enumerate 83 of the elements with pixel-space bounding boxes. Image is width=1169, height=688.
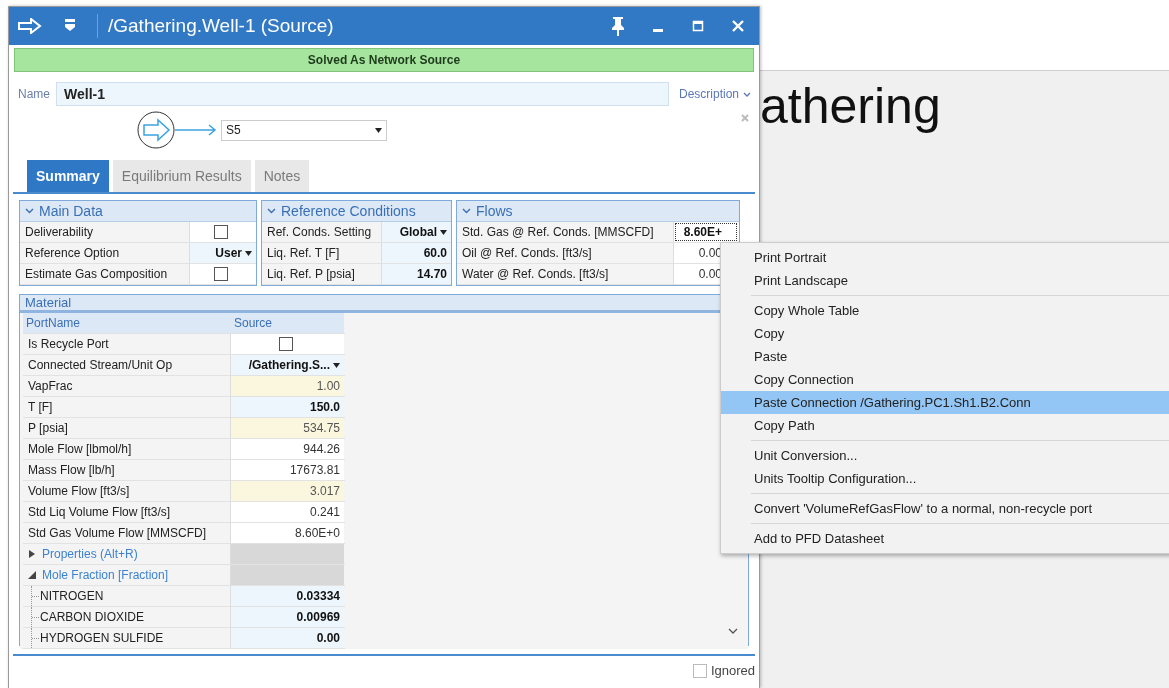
menu-item[interactable]: Paste — [721, 345, 1169, 368]
row-label: Std. Gas @ Ref. Conds. [MMSCFD] — [462, 225, 654, 239]
value-cell: 534.75 — [231, 418, 344, 438]
panel-title: Reference Conditions — [281, 203, 416, 219]
menu-item[interactable]: Unit Conversion... — [721, 444, 1169, 467]
value-input[interactable]: 150.0 — [231, 397, 344, 417]
status-banner: Solved As Network Source — [14, 48, 754, 72]
caret-icon — [440, 229, 447, 235]
caret-icon — [245, 250, 252, 256]
row-label: Deliverability — [25, 225, 94, 239]
scroll-down-icon[interactable] — [728, 628, 738, 635]
window-title: /Gathering.Well-1 (Source) — [97, 14, 591, 38]
dropdown-field[interactable]: Global — [382, 222, 451, 242]
value-cell: 8.60E+0 — [231, 523, 344, 543]
row-label: Connected Stream/Unit Op — [28, 358, 173, 372]
canvas-title: athering — [760, 77, 941, 135]
stream-value: S5 — [226, 123, 241, 137]
dropdown-field[interactable]: User — [190, 243, 256, 263]
chevron-down-icon — [743, 91, 751, 97]
chevron-down-icon[interactable] — [267, 208, 276, 214]
expanded-triangle-icon[interactable] — [28, 571, 36, 579]
value-cell: 0.241 — [231, 502, 344, 522]
value-input[interactable]: 0.00969 — [231, 607, 344, 627]
row-label: CARBON DIOXIDE — [40, 610, 144, 624]
row-label: Std Liq Volume Flow [ft3/s] — [28, 505, 171, 519]
value-cell: 17673.81 — [231, 460, 344, 480]
panel-title: Main Data — [39, 203, 103, 219]
row-label: Water @ Ref. Conds. [ft3/s] — [462, 267, 609, 281]
value-input[interactable]: 60.0 — [382, 243, 451, 263]
ignored-checkbox[interactable]: Ignored — [692, 663, 755, 678]
panel-title: Material — [25, 295, 72, 310]
menu-item[interactable]: Convert 'VolumeRefGasFlow' to a normal, non-recycle port — [721, 497, 1169, 520]
value-cell: 3.017 — [231, 481, 344, 501]
checkbox[interactable] — [214, 267, 228, 281]
row-label: Std Gas Volume Flow [MMSCFD] — [28, 526, 207, 540]
chevron-down-icon[interactable] — [462, 208, 471, 214]
value-cell: 8.60E+ — [674, 222, 738, 242]
tab[interactable]: Notes — [254, 160, 310, 192]
dropdown-field[interactable]: /Gathering.S... — [231, 355, 344, 375]
row-label: NITROGEN — [40, 589, 104, 603]
name-label: Name — [18, 87, 50, 101]
row-label: Ref. Conds. Setting — [267, 225, 372, 239]
caret-icon — [375, 127, 382, 133]
collapsed-triangle-icon[interactable] — [28, 550, 36, 558]
description-link[interactable]: Description — [674, 87, 751, 101]
menu-item[interactable]: Copy — [721, 322, 1169, 345]
row-label: Reference Option — [25, 246, 120, 260]
value-input[interactable]: 0.03334 — [231, 586, 344, 606]
value-cell: 1.00 — [231, 376, 344, 396]
row-label: Mole Flow [lbmol/h] — [28, 442, 132, 456]
row-label: P [psia] — [28, 421, 68, 435]
menu-item[interactable]: Copy Connection — [721, 368, 1169, 391]
group-label[interactable]: Mole Fraction [Fraction] — [42, 568, 169, 582]
checkbox[interactable] — [278, 337, 293, 351]
value-input[interactable]: 0.00 — [231, 628, 344, 648]
menu-item[interactable]: Copy Path — [721, 414, 1169, 437]
stream-dropdown[interactable]: S5 — [221, 119, 387, 141]
row-label: Oil @ Ref. Conds. [ft3/s] — [462, 246, 592, 260]
tab[interactable]: Equilibrium Results — [112, 160, 251, 192]
row-label: VapFrac — [28, 379, 73, 393]
tab[interactable]: Summary — [27, 160, 109, 192]
column-header: PortName — [23, 313, 231, 333]
group-label[interactable]: Properties (Alt+R) — [42, 547, 138, 561]
chevron-down-icon[interactable] — [25, 208, 34, 214]
row-label: Estimate Gas Composition — [25, 267, 168, 281]
checkbox[interactable] — [214, 225, 228, 239]
column-header: Source — [231, 313, 344, 333]
value-input[interactable]: 14.70 — [382, 264, 451, 284]
row-label: Is Recycle Port — [28, 337, 109, 351]
menu-item[interactable]: Add to PFD Datasheet — [721, 527, 1169, 550]
caret-icon — [333, 362, 340, 368]
menu-item[interactable]: Copy Whole Table — [721, 299, 1169, 322]
row-label: Mass Flow [lb/h] — [28, 463, 115, 477]
value-cell: 944.26 — [231, 439, 344, 459]
row-label: HYDROGEN SULFIDE — [40, 631, 164, 645]
panel-title: Flows — [476, 203, 513, 219]
name-field[interactable]: Well-1 — [56, 82, 669, 106]
menu-item[interactable]: Paste Connection /Gathering.PC1.Sh1.B2.Conn — [721, 391, 1169, 414]
row-label: Volume Flow [ft3/s] — [28, 484, 130, 498]
row-label: T [F] — [28, 400, 53, 414]
row-label: Liq. Ref. T [F] — [267, 246, 340, 260]
row-label: Liq. Ref. P [psia] — [267, 267, 355, 281]
menu-item[interactable]: Units Tooltip Configuration... — [721, 467, 1169, 490]
